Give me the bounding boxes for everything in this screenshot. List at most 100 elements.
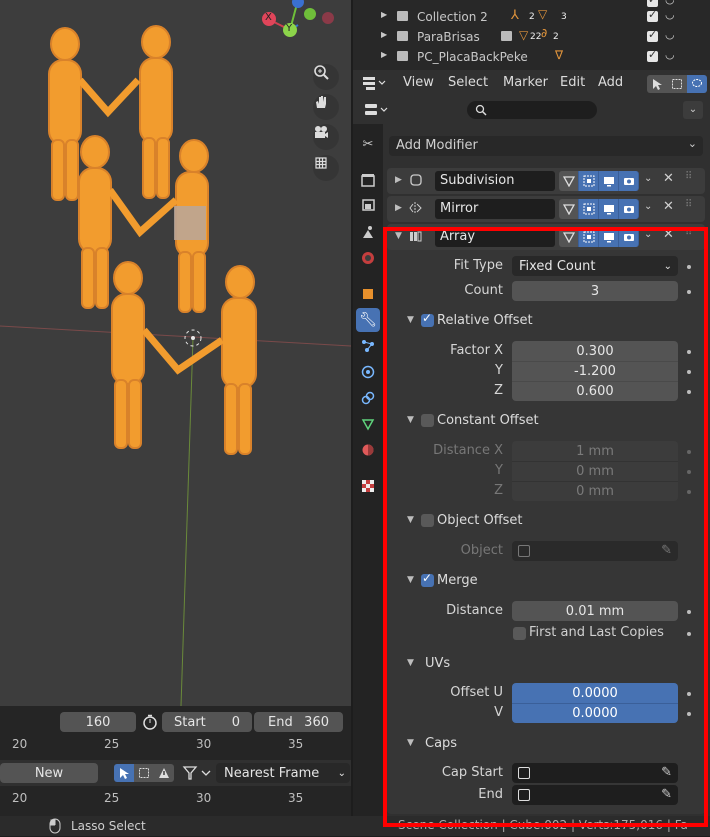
- render-icon[interactable]: [619, 171, 639, 191]
- visibility-checkbox[interactable]: [647, 0, 658, 7]
- modifier-header-subdivision[interactable]: ▶ Subdivision ⌄ ✕ ⠿: [387, 168, 705, 194]
- stopwatch-icon[interactable]: [142, 714, 158, 730]
- modifier-tab-icon[interactable]: 🔧︎: [356, 308, 380, 332]
- factor-x-field[interactable]: 0.300: [512, 341, 678, 361]
- keyframe-dot[interactable]: [687, 712, 691, 716]
- distance-x-field[interactable]: 1 mm: [512, 441, 678, 461]
- timeline-ruler[interactable]: 20 25 30 35: [0, 734, 351, 756]
- collapse-icon[interactable]: ▼: [407, 415, 414, 425]
- editor-type-icon[interactable]: [363, 101, 391, 119]
- cap-end-field[interactable]: ✎: [512, 785, 678, 805]
- render-tab-icon[interactable]: [356, 168, 380, 192]
- tool-tab-icon[interactable]: ✂: [356, 132, 380, 156]
- eyedropper-icon[interactable]: ✎: [661, 765, 672, 780]
- eye-icon[interactable]: ◡: [665, 8, 675, 21]
- count-field[interactable]: 3: [512, 281, 678, 301]
- start-frame-field[interactable]: Start 0: [162, 712, 252, 732]
- relative-offset-checkbox[interactable]: [421, 311, 434, 327]
- eye-icon[interactable]: ◡: [665, 0, 675, 6]
- keyframe-dot[interactable]: [687, 610, 691, 614]
- new-button[interactable]: New: [0, 763, 98, 783]
- zoom-icon[interactable]: [313, 64, 339, 90]
- collapse-icon[interactable]: ▼: [407, 738, 414, 748]
- interpolation-select[interactable]: Nearest Frame ⌄: [216, 763, 350, 783]
- physics-tab-icon[interactable]: [356, 360, 380, 384]
- uvs-subpanel[interactable]: ▼ UVs: [387, 653, 705, 675]
- expand-icon[interactable]: ▶: [381, 30, 387, 39]
- keyframe-dot[interactable]: [687, 692, 691, 696]
- select-cursor-icon[interactable]: [647, 75, 667, 93]
- menu-marker[interactable]: Marker: [503, 75, 548, 90]
- close-icon[interactable]: ✕: [663, 227, 674, 242]
- lasso-select-icon[interactable]: [687, 75, 707, 93]
- expand-icon[interactable]: ▶: [395, 175, 402, 185]
- camera-icon[interactable]: [313, 124, 339, 150]
- keyframe-dot[interactable]: [687, 450, 691, 454]
- data-tab-icon[interactable]: [356, 412, 380, 436]
- collapse-icon[interactable]: ▼: [407, 575, 414, 585]
- object-field[interactable]: ✎: [512, 541, 678, 561]
- render-icon[interactable]: [619, 199, 639, 219]
- drag-handle-icon[interactable]: ⠿: [685, 199, 692, 210]
- nla-ruler[interactable]: 20 25 30 35: [0, 788, 351, 810]
- cap-start-field[interactable]: ✎: [512, 763, 678, 783]
- modifier-toggles[interactable]: [559, 171, 639, 191]
- on-cage-icon[interactable]: [559, 171, 579, 191]
- relative-offset-subpanel[interactable]: ▼ Relative Offset: [387, 310, 705, 332]
- box-select-icon[interactable]: [667, 75, 687, 93]
- collapse-icon[interactable]: ▼: [395, 231, 402, 241]
- chevron-down-icon[interactable]: ⌄: [644, 229, 652, 240]
- menu-edit[interactable]: Edit: [560, 75, 585, 90]
- keyframe-dot[interactable]: [687, 350, 691, 354]
- keyframe-dot[interactable]: [687, 390, 691, 394]
- select-cursor-icon[interactable]: [114, 764, 134, 782]
- realtime-icon[interactable]: [599, 171, 619, 191]
- menu-add[interactable]: Add: [598, 75, 623, 90]
- modifier-toggles[interactable]: [559, 199, 639, 219]
- collapse-icon[interactable]: ▼: [407, 315, 414, 325]
- collapse-icon[interactable]: ▼: [407, 515, 414, 525]
- render-icon[interactable]: [619, 227, 639, 247]
- on-cage-icon[interactable]: [559, 227, 579, 247]
- keyframe-dot[interactable]: [687, 632, 691, 636]
- modifier-header-array[interactable]: ▼ Array ⌄ ✕ ⠿: [387, 224, 705, 250]
- offset-u-field[interactable]: 0.0000: [512, 683, 678, 703]
- keyframe-dot[interactable]: [687, 265, 691, 269]
- filter-icon[interactable]: [182, 764, 212, 782]
- filter-toggles[interactable]: [114, 764, 176, 782]
- object-offset-subpanel[interactable]: ▼ Object Offset: [387, 510, 705, 532]
- merge-subpanel[interactable]: ▼ Merge: [387, 570, 705, 592]
- menu-select[interactable]: Select: [448, 75, 488, 90]
- object-tab-icon[interactable]: [356, 282, 380, 306]
- outliner-row[interactable]: ▶ PC_PlacaBackPeke ∇ ◡: [353, 47, 710, 67]
- expand-icon[interactable]: ▶: [381, 10, 387, 19]
- modifier-name-field[interactable]: Mirror: [435, 199, 555, 219]
- keyframe-dot[interactable]: [687, 470, 691, 474]
- 3d-viewport[interactable]: X Y: [0, 0, 351, 706]
- hand-icon[interactable]: [313, 94, 339, 120]
- scene-tab-icon[interactable]: [356, 246, 380, 270]
- chevron-down-icon[interactable]: ⌄: [644, 173, 652, 184]
- expand-icon[interactable]: ▶: [395, 203, 402, 213]
- texture-tab-icon[interactable]: [356, 474, 380, 498]
- material-tab-icon[interactable]: [356, 438, 380, 462]
- warning-icon[interactable]: [154, 764, 174, 782]
- visibility-checkbox[interactable]: [647, 48, 658, 62]
- outliner-row[interactable]: ▶ ParaBrisas ▽ 22 ∂ 2 ◡: [353, 26, 710, 47]
- merge-checkbox[interactable]: [421, 571, 434, 587]
- realtime-icon[interactable]: [599, 199, 619, 219]
- drag-handle-icon[interactable]: ⠿: [685, 227, 692, 238]
- on-cage-icon[interactable]: [559, 199, 579, 219]
- eye-icon[interactable]: ◡: [665, 28, 675, 41]
- modifier-name-field[interactable]: Array: [435, 227, 555, 247]
- edit-mode-icon[interactable]: [579, 171, 599, 191]
- modifier-header-mirror[interactable]: ▶ Mirror ⌄ ✕ ⠿: [387, 196, 705, 222]
- close-icon[interactable]: ✕: [663, 199, 674, 214]
- menu-view[interactable]: View: [403, 75, 434, 90]
- visibility-checkbox[interactable]: [647, 8, 658, 22]
- eyedropper-icon[interactable]: ✎: [661, 787, 672, 802]
- constant-offset-checkbox[interactable]: [421, 414, 434, 427]
- current-frame-field[interactable]: 160: [60, 712, 136, 732]
- chevron-down-icon[interactable]: ⌄: [644, 201, 652, 212]
- visibility-checkbox[interactable]: [647, 28, 658, 42]
